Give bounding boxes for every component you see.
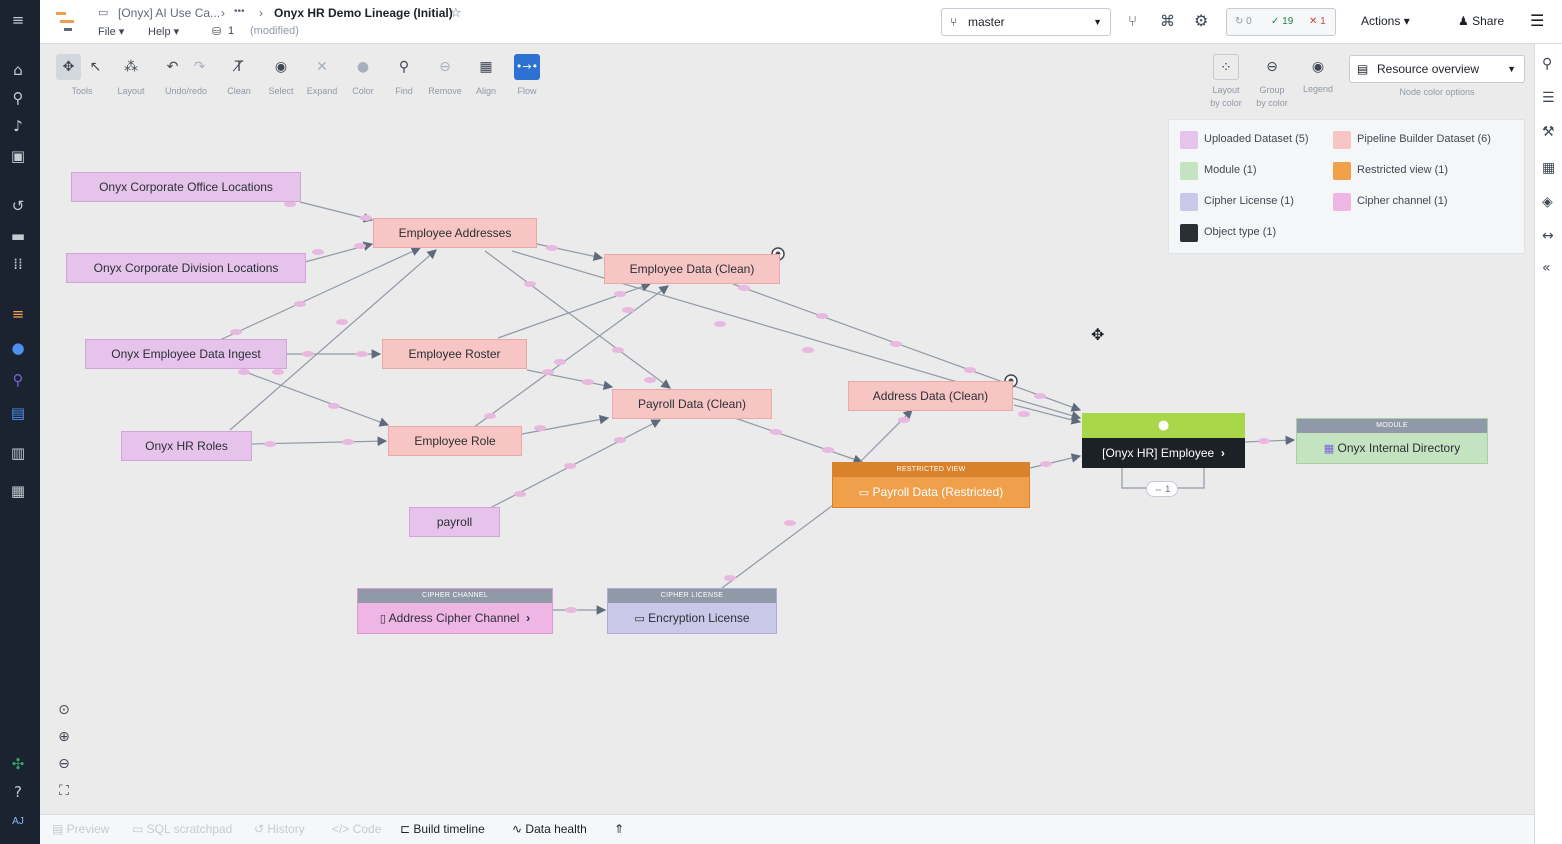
swap-icon[interactable]: ↔ [1542, 228, 1554, 244]
node-office-locations[interactable]: Onyx Corporate Office Locations [71, 172, 301, 202]
calendar-icon[interactable]: ▦ [1542, 160, 1555, 176]
module-icon: ▦ [1323, 442, 1335, 455]
timeline-icon: ⊏ [400, 822, 411, 836]
edge [536, 243, 604, 261]
node-object-type[interactable]: ● [Onyx HR] Employee › [1082, 413, 1245, 468]
node-type-header: CIPHER LICENSE [608, 589, 776, 603]
shield-icon[interactable]: ◈ [1542, 194, 1553, 210]
node-address-data-clean[interactable]: Address Data (Clean) [848, 381, 1013, 411]
list-icon[interactable]: ☰ [1542, 90, 1555, 106]
node-type-header: RESTRICTED VIEW [833, 463, 1029, 477]
edge [734, 417, 864, 464]
tab-data-health[interactable]: ∿ Data health [512, 822, 587, 836]
object-type-label: [Onyx HR] Employee › [1082, 438, 1245, 468]
table-icon: ▭ [858, 486, 870, 499]
tab-sql-scratchpad[interactable]: ▭ SQL scratchpad [132, 822, 232, 836]
tab-history[interactable]: ↺ History [254, 822, 305, 836]
node-hr-roles[interactable]: Onyx HR Roles [121, 431, 252, 461]
node-employee-ingest[interactable]: Onyx Employee Data Ingest [85, 339, 287, 369]
tab-code[interactable]: </> Code [332, 822, 381, 836]
move-cursor-icon: ✥ [1091, 325, 1105, 344]
node-payroll-data-clean[interactable]: Payroll Data (Clean) [612, 389, 772, 419]
node-type-header: MODULE [1297, 419, 1487, 433]
bottom-panel-tabs: ▤ Preview ▭ SQL scratchpad ↺ History </>… [40, 814, 1534, 844]
tab-build-timeline[interactable]: ⊏ Build timeline [400, 822, 485, 836]
document-icon: ▯ [379, 612, 386, 625]
edge [1029, 453, 1082, 469]
right-sidebar: ⚲ ☰ ⚒ ▦ ◈ ↔ « [1534, 44, 1562, 844]
zoom-in-icon[interactable]: ⊕ [51, 725, 77, 749]
recenter-icon[interactable]: ⊙ [51, 698, 77, 722]
node-employee-data-clean[interactable]: Employee Data (Clean) [604, 254, 780, 284]
link-count-badge[interactable]: ⇔ 1 [1146, 481, 1178, 497]
node-module[interactable]: MODULE ▦ Onyx Internal Directory [1296, 418, 1488, 464]
edge [239, 369, 390, 427]
node-label: ▭ Payroll Data (Restricted) [858, 485, 1004, 499]
node-type-header: CIPHER CHANNEL [358, 589, 552, 603]
object-type-icon: ● [1082, 413, 1245, 438]
node-division-locations[interactable]: Onyx Corporate Division Locations [66, 253, 306, 283]
node-employee-role[interactable]: Employee Role [388, 426, 522, 456]
chevron-right-icon: › [526, 611, 531, 625]
zoom-out-icon[interactable]: ⊖ [51, 752, 77, 776]
edge [521, 414, 610, 435]
chevron-right-icon: › [1220, 446, 1225, 460]
fit-screen-icon[interactable]: ⛶ [51, 779, 77, 803]
node-payroll[interactable]: payroll [409, 507, 500, 537]
pulse-icon: ∿ [512, 822, 523, 836]
edge [526, 369, 614, 391]
node-employee-addresses[interactable]: Employee Addresses [373, 218, 537, 248]
node-label: ▭ Encryption License [634, 611, 750, 625]
node-label: ▯ Address Cipher Channel › [379, 611, 531, 625]
port-markers [771, 247, 1018, 388]
hammer-icon[interactable]: ⚒ [1542, 124, 1555, 140]
license-icon: ▭ [634, 612, 645, 625]
node-cipher-license[interactable]: CIPHER LICENSE ▭ Encryption License [607, 588, 777, 634]
node-cipher-channel[interactable]: CIPHER CHANNEL ▯ Address Cipher Channel … [357, 588, 553, 634]
node-label: ▦ Onyx Internal Directory [1323, 441, 1461, 455]
node-employee-roster[interactable]: Employee Roster [382, 339, 527, 369]
search-icon[interactable]: ⚲ [1542, 56, 1552, 72]
expand-panel-icon[interactable]: ⇑ [614, 822, 624, 836]
tab-preview[interactable]: ▤ Preview [52, 822, 109, 836]
collapse-icon[interactable]: « [1542, 260, 1551, 276]
node-payroll-restricted[interactable]: RESTRICTED VIEW ▭ Payroll Data (Restrict… [832, 462, 1030, 508]
